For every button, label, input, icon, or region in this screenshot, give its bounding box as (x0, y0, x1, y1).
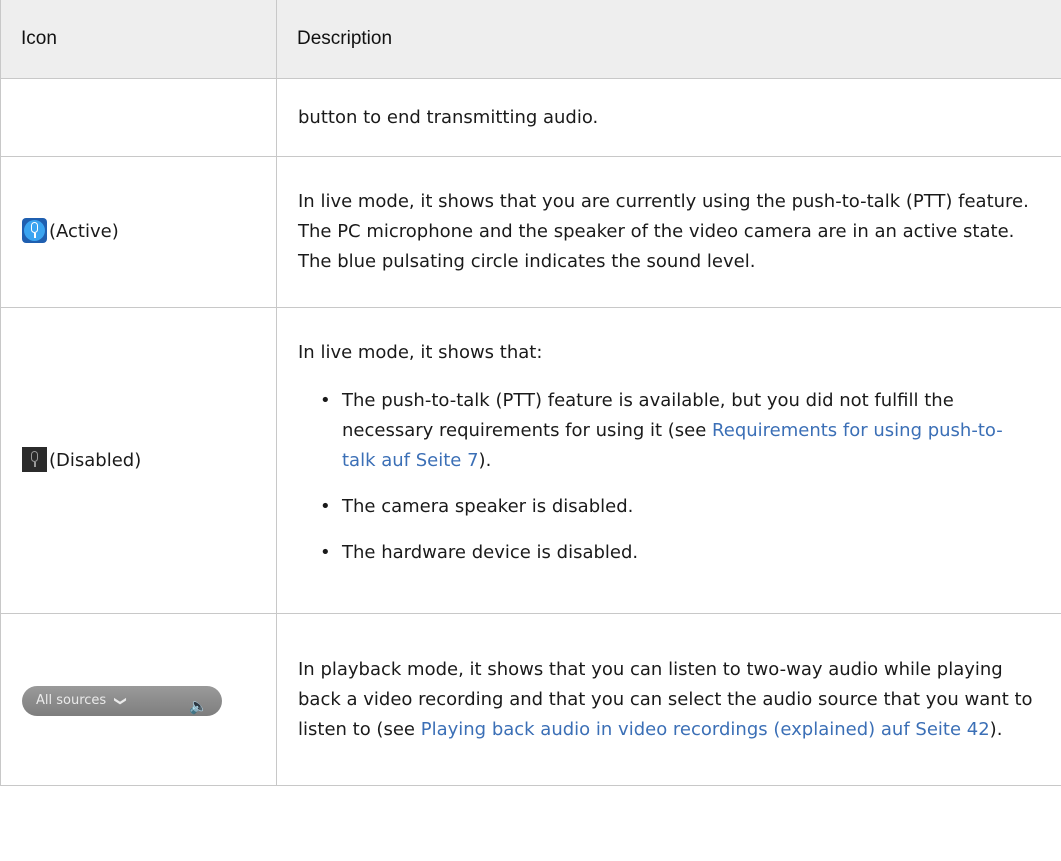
speaker-muted-icon: 🔈 (189, 696, 208, 715)
audio-source-selector-icon: All sources ❯ 🔈 (22, 685, 222, 716)
bullet-list: The push-to-talk (PTT) feature is availa… (298, 386, 1033, 568)
description-cell: In live mode, it shows that you are curr… (276, 156, 1061, 308)
table-row: (Active) In live mode, it shows that you… (0, 156, 1061, 308)
microphone-active-icon (22, 218, 47, 243)
table-row: button to end transmitting audio. (0, 78, 1061, 157)
bullet-text-after: ). (478, 449, 492, 471)
list-item: The camera speaker is disabled. (320, 492, 1033, 522)
icon-cell: (Disabled) (0, 307, 277, 614)
bullet-text: The camera speaker is disabled. (342, 495, 634, 517)
icon-cell: (Active) (0, 156, 277, 308)
description-intro: In live mode, it shows that: (298, 341, 543, 363)
description-text: button to end transmitting audio. (298, 106, 599, 128)
description-cell: button to end transmitting audio. (276, 78, 1061, 157)
description-cell: In live mode, it shows that: The push-to… (276, 307, 1061, 614)
table-row: (Disabled) In live mode, it shows that: … (0, 307, 1061, 614)
description-cell: In playback mode, it shows that you can … (276, 613, 1061, 786)
icon-label: (Disabled) (49, 449, 142, 471)
table-row: All sources ❯ 🔈 In playback mode, it sho… (0, 613, 1061, 786)
description-text: In live mode, it shows that you are curr… (298, 191, 1029, 272)
bullet-text: The hardware device is disabled. (342, 541, 639, 563)
playback-audio-link[interactable]: Playing back audio in video recordings (… (421, 719, 990, 740)
icon-description-table: Icon Description button to end transmitt… (0, 0, 1061, 786)
table-header-row: Icon Description (0, 0, 1061, 79)
list-item: The hardware device is disabled. (320, 538, 1033, 568)
description-text-after: ). (989, 718, 1003, 740)
list-item: The push-to-talk (PTT) feature is availa… (320, 386, 1033, 476)
icon-cell-empty (0, 78, 277, 157)
icon-label: (Active) (49, 221, 119, 242)
audio-source-label: All sources (36, 692, 107, 708)
microphone-disabled-icon (22, 446, 47, 472)
chevron-down-icon: ❯ (114, 695, 129, 706)
header-icon: Icon (0, 0, 277, 79)
header-description: Description (276, 0, 1061, 79)
icon-cell: All sources ❯ 🔈 (0, 613, 277, 786)
